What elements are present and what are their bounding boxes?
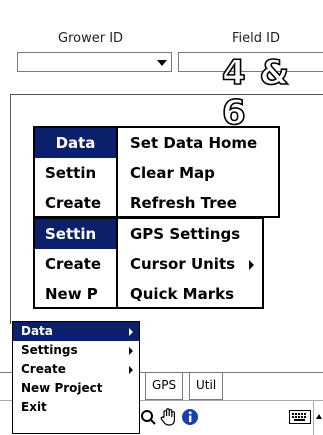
context-item-exit[interactable]: Exit xyxy=(13,398,139,417)
menu-item-quick-marks[interactable]: Quick Marks xyxy=(118,279,262,309)
up-arrow-icon[interactable] xyxy=(313,401,323,435)
context-item-create[interactable]: Create xyxy=(13,360,139,379)
chevron-down-icon[interactable] xyxy=(157,60,167,66)
menu1-item-settings[interactable]: Settin xyxy=(35,158,116,188)
menu1-item-data[interactable]: Data xyxy=(35,128,116,158)
field-title: 4 & 6 xyxy=(221,52,291,134)
context-item-new-project[interactable]: New Project xyxy=(13,379,139,398)
panel-border-left xyxy=(10,94,11,324)
context-item-exit-label: Exit xyxy=(21,400,47,414)
cursor-units-label: Cursor Units xyxy=(130,255,236,273)
menu1-submenu: Set Data Home Clear Map Refresh Tree xyxy=(116,126,280,218)
context-item-settings[interactable]: Settings xyxy=(13,341,139,360)
tab-gps[interactable]: GPS xyxy=(145,373,184,400)
menu2-item-create[interactable]: Create xyxy=(35,249,116,279)
zoom-icon[interactable] xyxy=(140,409,156,425)
menu1-item-create[interactable]: Create xyxy=(35,188,116,216)
pan-hand-icon[interactable] xyxy=(160,407,178,427)
context-item-data[interactable]: Data xyxy=(13,322,139,341)
context-item-settings-label: Settings xyxy=(21,343,78,357)
tab-util[interactable]: Util xyxy=(189,373,224,400)
menu-item-gps-settings[interactable]: GPS Settings xyxy=(118,219,262,249)
context-menu: Data Settings Create New Project Exit xyxy=(12,321,140,434)
menu2-left-column: Settin Create New P xyxy=(33,217,118,309)
keyboard-icon[interactable] xyxy=(289,410,311,424)
menu-item-refresh-tree[interactable]: Refresh Tree xyxy=(118,188,278,218)
grower-id-dropdown[interactable] xyxy=(17,52,172,72)
submenu-arrow-icon xyxy=(249,260,254,270)
field-id-label: Field ID xyxy=(232,31,280,46)
menu-item-clear-map[interactable]: Clear Map xyxy=(118,158,278,188)
context-item-create-label: Create xyxy=(21,362,66,376)
submenu-arrow-icon xyxy=(129,328,133,336)
menu-item-set-data-home[interactable]: Set Data Home xyxy=(118,128,278,158)
context-item-data-label: Data xyxy=(21,324,53,338)
panel-border-top xyxy=(10,94,323,95)
menu2-item-new-project[interactable]: New P xyxy=(35,279,116,307)
submenu-arrow-icon xyxy=(129,366,133,374)
menu-item-cursor-units[interactable]: Cursor Units xyxy=(118,249,262,279)
info-icon[interactable] xyxy=(181,408,199,426)
submenu-arrow-icon xyxy=(129,347,133,355)
menu2-item-settings[interactable]: Settin xyxy=(35,219,116,249)
menu1-left-column: Data Settin Create xyxy=(33,126,118,218)
grower-id-label: Grower ID xyxy=(58,31,124,46)
menu2-submenu: GPS Settings Cursor Units Quick Marks xyxy=(116,217,264,309)
context-item-new-project-label: New Project xyxy=(21,381,103,395)
